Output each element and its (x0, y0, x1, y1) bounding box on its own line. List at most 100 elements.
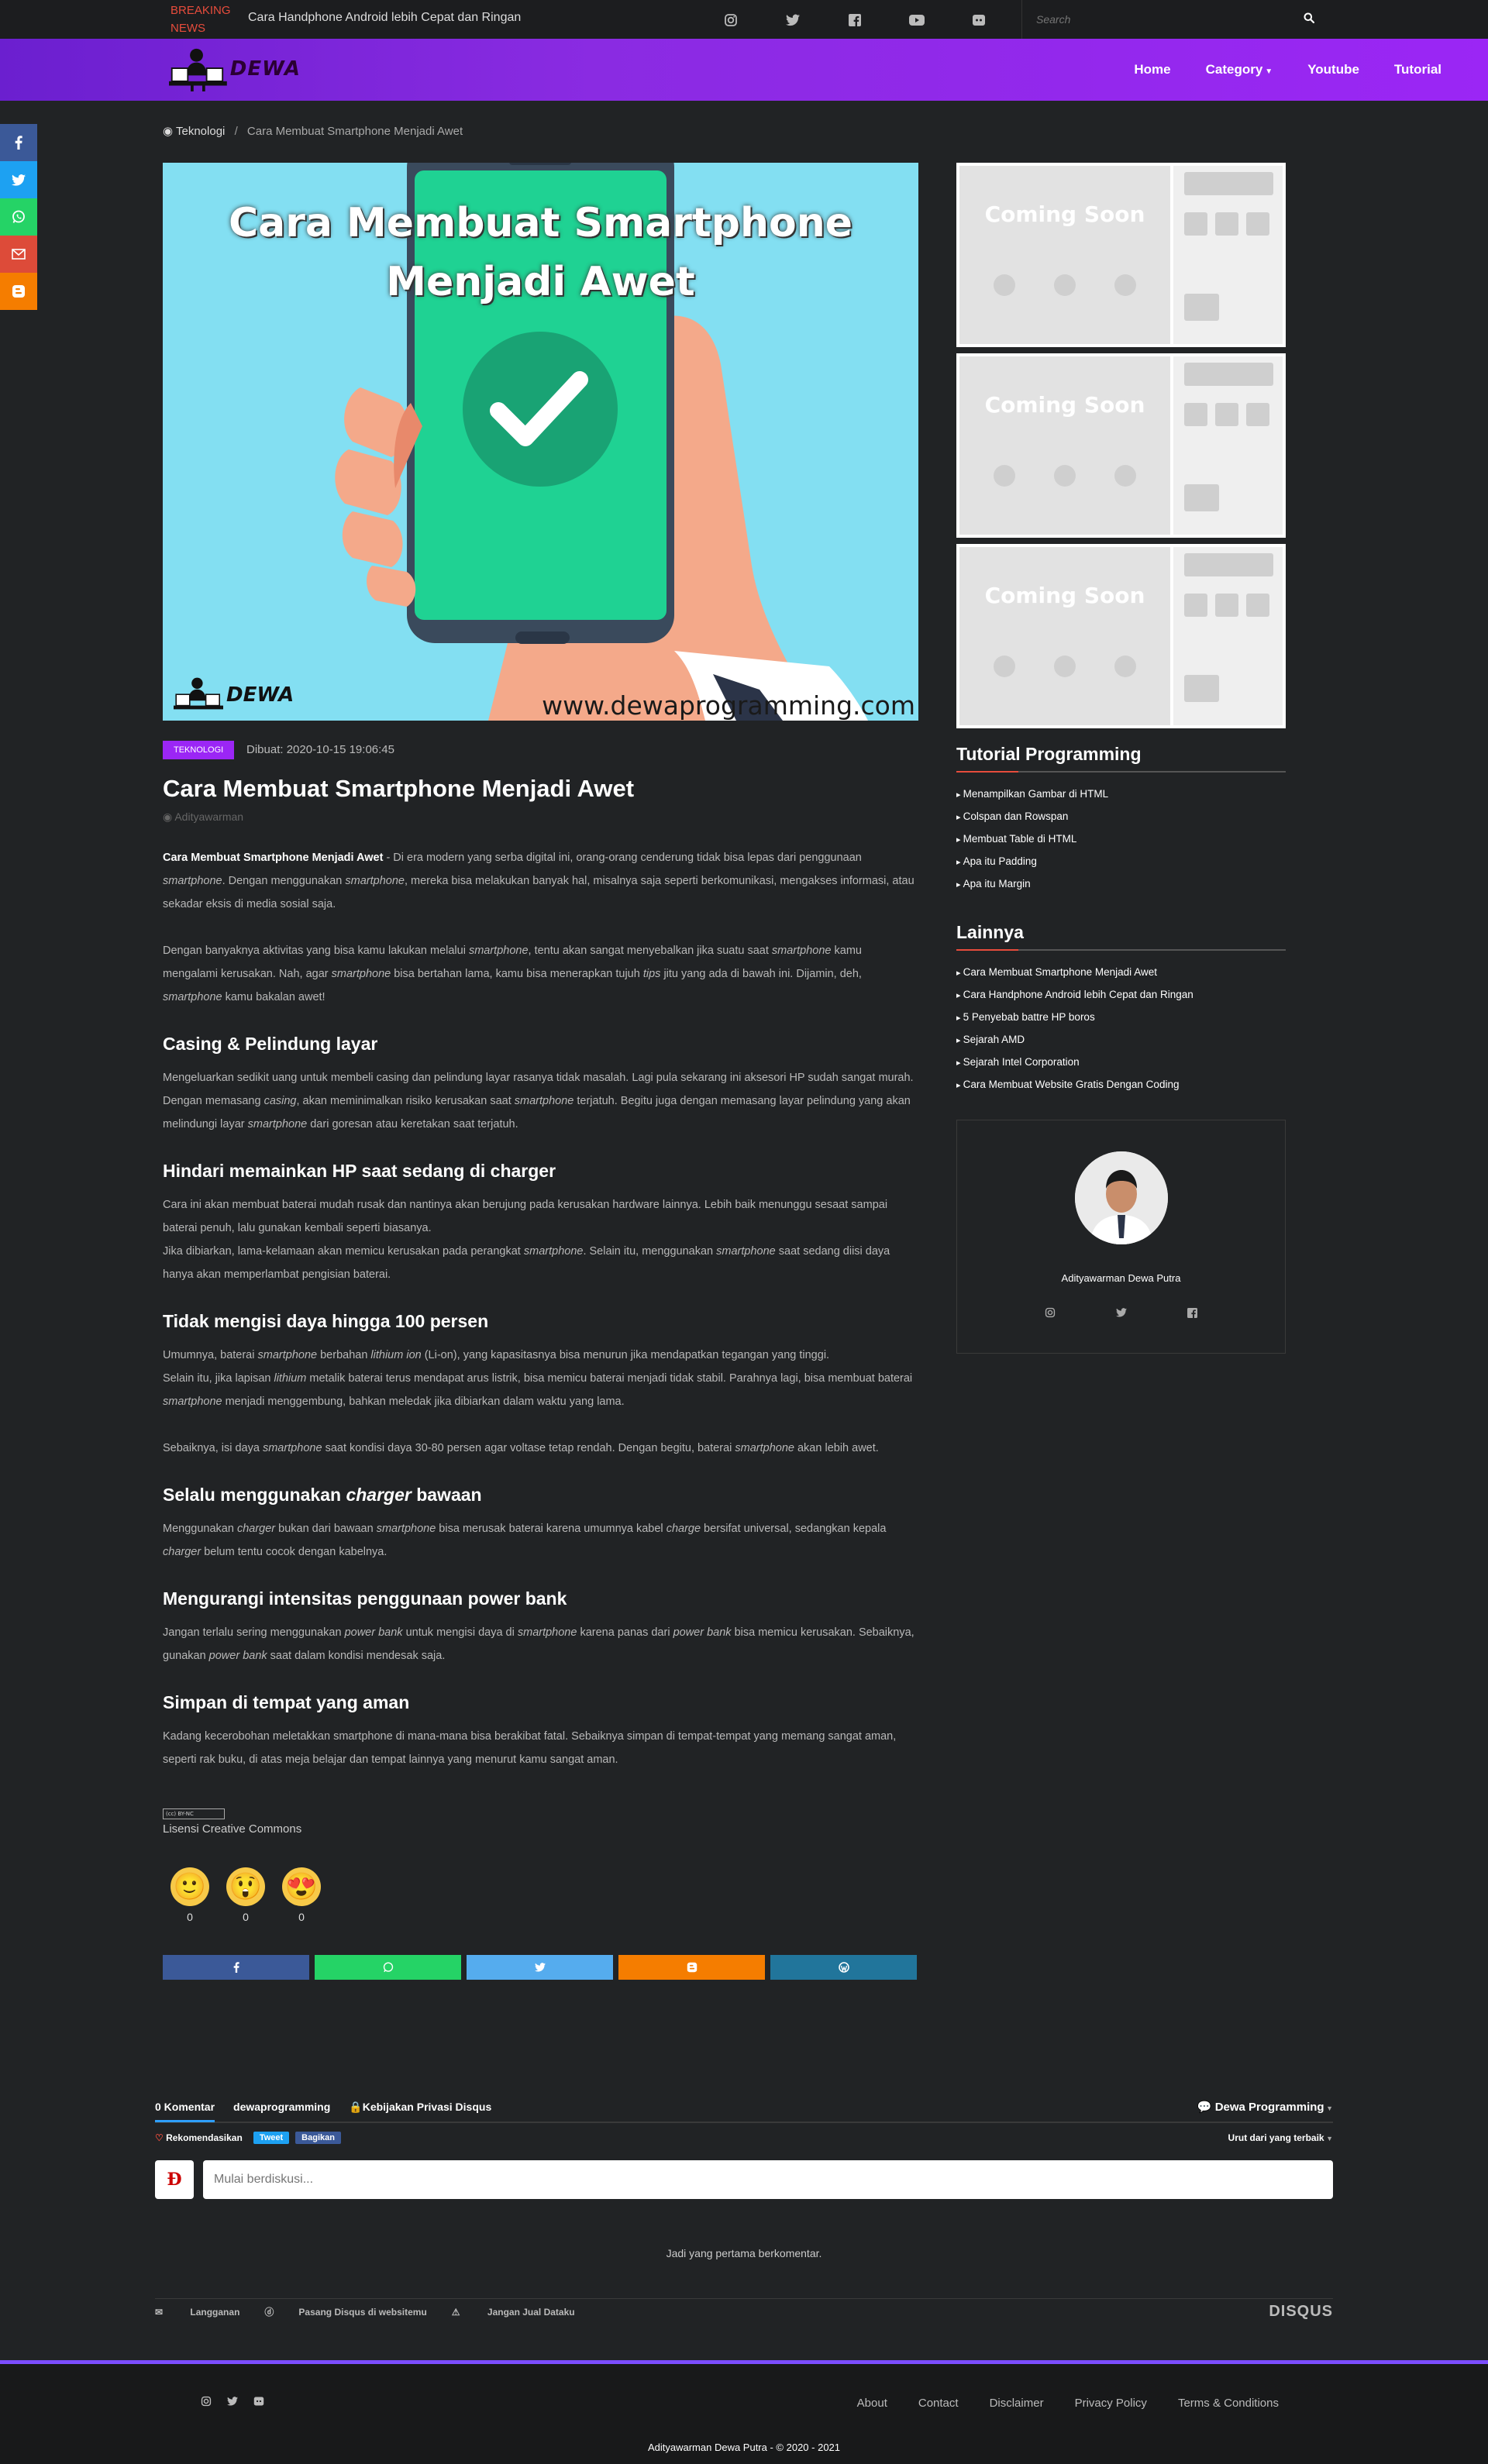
youtube-icon[interactable] (907, 10, 927, 30)
share-wordpress-button[interactable] (770, 1955, 917, 1980)
featured-logo-text: DEWA (226, 683, 294, 707)
text: jitu yang ada di bawah ini. Dijamin, deh… (660, 968, 862, 980)
emphasis: smartphone (514, 1095, 574, 1107)
footer-link-privacy[interactable]: Privacy Policy (1075, 2397, 1147, 2410)
reaction-surprised[interactable]: 😲 0 (225, 1867, 267, 1923)
list-item[interactable]: Membuat Table di HTML (956, 828, 1286, 851)
share-whatsapp-button[interactable] (0, 198, 37, 236)
list-item[interactable]: Sejarah AMD (956, 1029, 1286, 1051)
paragraph: Menggunakan charger bukan dari bawaan sm… (163, 1517, 918, 1564)
login-menu[interactable]: 💬 Dewa Programming ▼ (1197, 2092, 1333, 2123)
text: . Dengan menggunakan (222, 875, 346, 887)
avatar (1075, 1151, 1168, 1244)
share-twitter-button[interactable] (0, 161, 37, 198)
blogger-icon (12, 285, 25, 298)
paragraph: Mengeluarkan sedikit uang untuk membeli … (163, 1066, 918, 1136)
breadcrumb-separator: / (234, 125, 238, 138)
tab-community[interactable]: dewaprogramming (233, 2091, 330, 2122)
placeholder-block (1184, 403, 1207, 426)
site-logo[interactable]: DEWA (169, 45, 301, 93)
disqus-logo[interactable]: DISQUS (1269, 2303, 1333, 2321)
discord-icon[interactable] (253, 2395, 265, 2407)
placeholder-circle (1054, 656, 1076, 677)
text: belum tentu cocok dengan kabelnya. (201, 1546, 388, 1558)
recommend-button[interactable]: ♡ Rekomendasikan (155, 2132, 243, 2143)
coming-soon-text: Coming Soon (984, 583, 1145, 608)
coming-soon-thumbnail[interactable]: Coming Soon (956, 544, 1286, 728)
search-icon[interactable] (1304, 12, 1315, 27)
emphasis: lithium ion (370, 1349, 422, 1361)
emphasis: smartphone (523, 1245, 584, 1258)
nav-menu: Home Category ▼ Youtube Tutorial (1099, 39, 1442, 101)
category-tag[interactable]: TEKNOLOGI (163, 741, 235, 759)
tab-comments[interactable]: 0 Komentar (155, 2091, 215, 2122)
tweet-button[interactable]: Tweet (253, 2132, 290, 2144)
breaking-news-link[interactable]: Cara Handphone Android lebih Cepat dan R… (248, 11, 521, 25)
facebook-icon[interactable] (845, 10, 865, 30)
nav-home[interactable]: Home (1134, 62, 1170, 77)
emphasis: charger (346, 1485, 412, 1505)
facebook-icon (15, 136, 22, 150)
list-item[interactable]: Apa itu Padding (956, 851, 1286, 873)
sort-dropdown[interactable]: Urut dari yang terbaik ▼ (1228, 2132, 1333, 2143)
footer-link-terms[interactable]: Terms & Conditions (1178, 2397, 1279, 2410)
list-item[interactable]: Sejarah Intel Corporation (956, 1051, 1286, 1074)
tab-privacy[interactable]: 🔒Kebijakan Privasi Disqus (349, 2091, 491, 2122)
emphasis: smartphone (257, 1349, 318, 1361)
share-gmail-button[interactable] (0, 236, 37, 273)
share-facebook-button[interactable] (0, 124, 37, 161)
chevron-down-icon: ▼ (1324, 2104, 1333, 2112)
comment-input[interactable] (203, 2160, 1333, 2199)
coming-soon-thumbnail[interactable]: Coming Soon (956, 353, 1286, 538)
coming-soon-thumbnail[interactable]: Coming Soon (956, 163, 1286, 347)
text: Selain itu, jika lapisan (163, 1372, 274, 1385)
instagram-icon[interactable] (1044, 1306, 1056, 1319)
install-disqus-link[interactable]: ⓓ Pasang Disqus di websitemu (264, 2305, 426, 2318)
reaction-smile[interactable]: 🙂 0 (169, 1867, 211, 1923)
placeholder-circle (1114, 465, 1136, 487)
list-item[interactable]: Colspan dan Rowspan (956, 806, 1286, 828)
text: untuk mengisi daya di (402, 1626, 518, 1639)
twitter-icon[interactable] (1115, 1306, 1128, 1319)
footer-link-contact[interactable]: Contact (918, 2397, 959, 2410)
list-item[interactable]: 5 Penyebab battre HP boros (956, 1007, 1286, 1029)
list-item[interactable]: Cara Membuat Smartphone Menjadi Awet (956, 962, 1286, 984)
share-blogger-button[interactable] (0, 273, 37, 310)
facebook-icon[interactable] (1187, 1306, 1199, 1319)
twitter-icon[interactable] (783, 10, 803, 30)
nav-youtube[interactable]: Youtube (1307, 62, 1359, 77)
share-button[interactable]: Bagikan (295, 2132, 341, 2144)
list-item[interactable]: Cara Handphone Android lebih Cepat dan R… (956, 984, 1286, 1007)
text: bukan dari bawaan (275, 1523, 377, 1535)
list-item[interactable]: Menampilkan Gambar di HTML (956, 783, 1286, 806)
share-whatsapp-button[interactable] (315, 1955, 461, 1980)
footer-link-about[interactable]: About (857, 2397, 887, 2410)
search-input[interactable] (1022, 13, 1286, 26)
reaction-love[interactable]: 😍 0 (281, 1867, 322, 1923)
nav-tutorial[interactable]: Tutorial (1394, 62, 1442, 77)
paragraph: Kadang kecerobohan meletakkan smartphone… (163, 1730, 897, 1766)
nav-category[interactable]: Category ▼ (1206, 62, 1273, 77)
discord-icon[interactable] (969, 10, 989, 30)
creative-commons-badge[interactable]: (cc) BY-NC (163, 1808, 225, 1819)
list-item[interactable]: Cara Membuat Website Gratis Dengan Codin… (956, 1074, 1286, 1096)
surprised-reaction-icon: 😲 (226, 1867, 265, 1906)
do-not-sell-link[interactable]: ⚠ Jangan Jual Dataku (452, 2307, 575, 2318)
share-facebook-button[interactable] (163, 1955, 309, 1980)
share-blogger-button[interactable] (618, 1955, 765, 1980)
footer-link-disclaimer[interactable]: Disclaimer (990, 2397, 1044, 2410)
emphasis: smartphone (735, 1442, 794, 1454)
text: Menggunakan (163, 1523, 237, 1535)
instagram-icon[interactable] (200, 2395, 212, 2407)
breadcrumb-home[interactable]: Teknologi (176, 125, 225, 138)
list-item[interactable]: Apa itu Margin (956, 873, 1286, 896)
subscribe-link[interactable]: ✉ Langganan (155, 2307, 239, 2318)
instagram-icon[interactable] (721, 10, 741, 30)
section-heading: Simpan di tempat yang aman (163, 1692, 410, 1712)
coming-soon-text: Coming Soon (984, 201, 1145, 227)
share-twitter-button[interactable] (467, 1955, 613, 1980)
emphasis: power bank (208, 1650, 267, 1662)
twitter-icon[interactable] (226, 2395, 239, 2407)
license-link[interactable]: Lisensi Creative Commons (163, 1822, 301, 1836)
tab-privacy-label: Kebijakan Privasi Disqus (362, 2101, 492, 2113)
